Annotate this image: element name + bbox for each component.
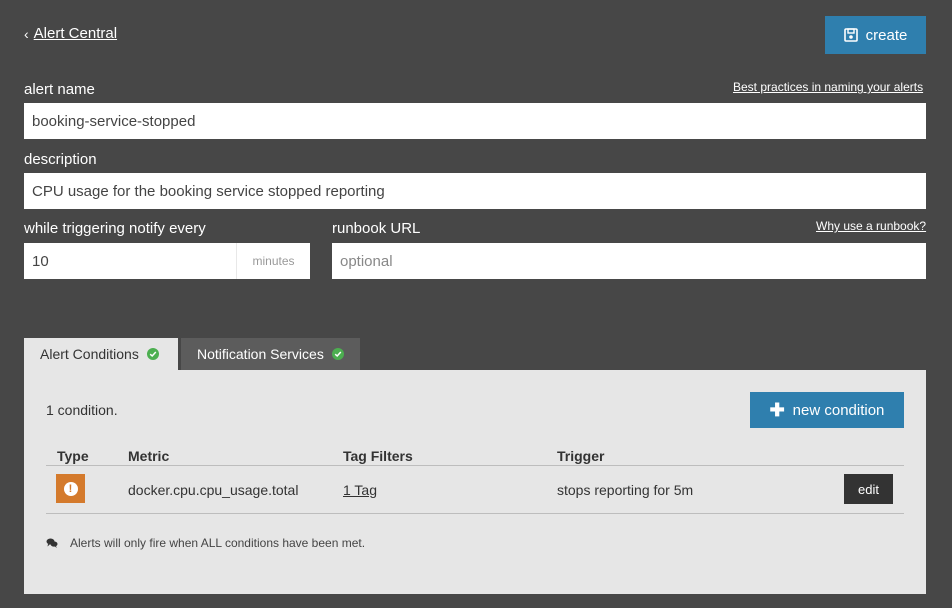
- plus-icon: ✚: [769, 400, 785, 420]
- save-icon: [843, 28, 858, 42]
- new-condition-label: new condition: [792, 401, 885, 419]
- check-circle-icon: [331, 348, 344, 360]
- conditions-note-text: Alerts will only fire when ALL condition…: [70, 536, 366, 550]
- back-link-alert-central[interactable]: ‹ Alert Central: [24, 25, 117, 42]
- why-runbook-link[interactable]: Why use a runbook?: [816, 219, 926, 233]
- new-condition-button[interactable]: ✚ new condition: [750, 392, 904, 428]
- edit-condition-button[interactable]: edit: [844, 474, 893, 504]
- column-metric: Metric: [128, 448, 170, 464]
- runbook-url-label: runbook URL: [332, 220, 421, 237]
- alert-conditions-panel: 1 condition. ✚ new condition Type Metric…: [24, 370, 926, 594]
- tab-notification-services[interactable]: Notification Services: [181, 338, 360, 370]
- column-tag-filters: Tag Filters: [343, 448, 413, 464]
- description-input[interactable]: [24, 173, 926, 209]
- notify-every-input[interactable]: [24, 243, 236, 279]
- column-trigger: Trigger: [557, 448, 605, 464]
- minutes-unit-label: minutes: [236, 243, 310, 279]
- notify-every-label: while triggering notify every: [24, 220, 206, 237]
- create-button-label: create: [865, 26, 908, 44]
- back-link-label: Alert Central: [33, 25, 118, 42]
- trigger-cell: stops reporting for 5m: [557, 482, 694, 498]
- description-label: description: [24, 151, 97, 168]
- alert-name-input[interactable]: [24, 103, 926, 139]
- condition-count: 1 condition.: [46, 402, 118, 418]
- create-button[interactable]: create: [825, 16, 926, 54]
- conditions-table-header: Type Metric Tag Filters Trigger: [46, 446, 904, 466]
- table-row: ! docker.cpu.cpu_usage.total 1 Tag stops…: [46, 466, 904, 514]
- metric-cell: docker.cpu.cpu_usage.total: [128, 482, 299, 498]
- chevron-left-icon: ‹: [24, 25, 29, 42]
- tab-alert-conditions-label: Alert Conditions: [40, 346, 139, 362]
- comments-icon: [46, 538, 58, 548]
- conditions-note: Alerts will only fire when ALL condition…: [46, 536, 365, 550]
- column-type: Type: [57, 448, 89, 464]
- runbook-url-input[interactable]: [332, 243, 926, 279]
- tag-filters-link[interactable]: 1 Tag: [343, 482, 377, 498]
- exclamation-circle-icon: !: [63, 481, 78, 496]
- naming-best-practices-link[interactable]: Best practices in naming your alerts: [733, 80, 923, 94]
- check-circle-icon: [146, 348, 159, 360]
- alert-type-badge: !: [56, 474, 85, 503]
- alert-name-label: alert name: [24, 81, 95, 98]
- tab-alert-conditions[interactable]: Alert Conditions: [24, 338, 178, 370]
- tab-notification-services-label: Notification Services: [197, 346, 324, 362]
